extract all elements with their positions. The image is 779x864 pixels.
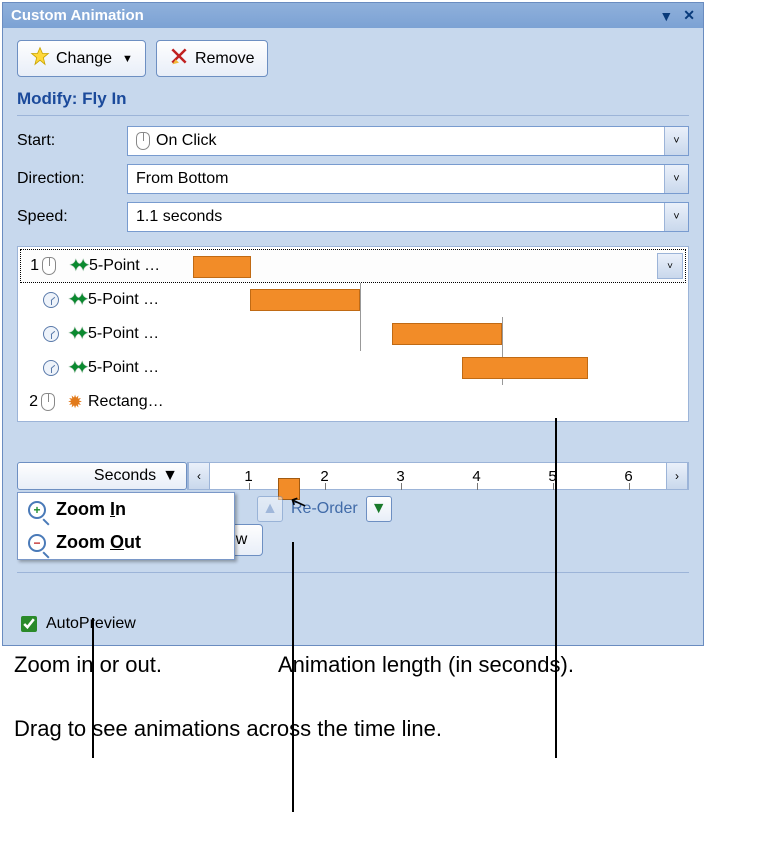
remove-label: Remove bbox=[195, 50, 255, 68]
divider bbox=[17, 115, 689, 116]
timeline-bar-area bbox=[193, 250, 657, 282]
timeline-bar-area bbox=[192, 283, 686, 317]
animation-list-item[interactable]: ✦✦5-Point … bbox=[20, 317, 686, 351]
entrance-effect-icon: ✦✦ bbox=[62, 324, 88, 344]
remove-icon bbox=[169, 46, 189, 71]
mouse-icon bbox=[136, 132, 150, 150]
animation-list-item[interactable]: 1 ✦✦5-Point … ˅ bbox=[20, 249, 686, 283]
sequence-number: 1 bbox=[21, 257, 41, 275]
animation-item-label: 5-Point … bbox=[88, 325, 192, 343]
speed-value: 1.1 seconds bbox=[136, 208, 222, 226]
duration-bar[interactable] bbox=[462, 357, 588, 379]
remove-effect-button[interactable]: Remove bbox=[156, 40, 268, 77]
animation-list-item[interactable]: ✦✦5-Point … bbox=[20, 283, 686, 317]
timeline-area: Seconds ▼ ‹ 123456 ↖ › Zoom In bbox=[17, 462, 689, 522]
direction-select[interactable]: From Bottom ˅ bbox=[127, 164, 689, 194]
start-value: On Click bbox=[156, 132, 216, 150]
clock-icon bbox=[40, 326, 62, 342]
animation-item-label: 5-Point … bbox=[88, 291, 192, 309]
zoom-out-item[interactable]: Zoom Out bbox=[18, 526, 234, 559]
reorder-label: Re-Order bbox=[291, 500, 358, 518]
entrance-effect-icon: ✦✦ bbox=[62, 358, 88, 378]
reorder-up-button[interactable]: ▲ bbox=[257, 496, 283, 522]
clock-icon bbox=[40, 360, 62, 376]
timeline-ruler[interactable]: ‹ 123456 ↖ › bbox=[187, 462, 689, 490]
chevron-down-icon: ▼ bbox=[122, 53, 133, 65]
chevron-down-icon: ˅ bbox=[664, 127, 688, 155]
divider bbox=[17, 572, 689, 573]
auto-preview-input[interactable] bbox=[21, 616, 37, 632]
chevron-down-icon: ˅ bbox=[664, 165, 688, 193]
direction-value: From Bottom bbox=[136, 170, 228, 188]
callouts: Zoom in or out. Animation length (in sec… bbox=[0, 648, 779, 828]
chevron-down-icon: ˅ bbox=[664, 203, 688, 231]
sequence-number: 2 bbox=[20, 393, 40, 411]
entrance-effect-icon: ✦✦ bbox=[62, 290, 88, 310]
callout-length: Animation length (in seconds). bbox=[278, 652, 574, 678]
close-icon[interactable]: ✕ bbox=[683, 7, 695, 24]
zoom-in-item[interactable]: Zoom In bbox=[18, 493, 234, 526]
scroll-right-button[interactable]: › bbox=[666, 463, 688, 489]
animation-item-label: 5-Point … bbox=[89, 257, 193, 275]
direction-label: Direction: bbox=[17, 170, 127, 188]
toolbar: Change ▼ Remove bbox=[17, 40, 689, 77]
duration-bar[interactable] bbox=[392, 323, 502, 345]
arrow-down-icon: ▼ bbox=[371, 500, 387, 518]
animation-list: 1✦✦5-Point …˅✦✦5-Point …✦✦5-Point …✦✦5-P… bbox=[17, 246, 689, 422]
zoom-out-icon bbox=[28, 534, 46, 552]
scroll-left-button[interactable]: ‹ bbox=[188, 463, 210, 489]
timeline-bar-area bbox=[192, 385, 686, 419]
speed-select[interactable]: 1.1 seconds ˅ bbox=[127, 202, 689, 232]
custom-animation-pane: Custom Animation ▼ ✕ Change ▼ Remove Mod… bbox=[2, 2, 704, 646]
auto-preview-label: AutoPreview bbox=[46, 615, 136, 633]
timeline-unit-button[interactable]: Seconds ▼ bbox=[17, 462, 187, 490]
start-label: Start: bbox=[17, 132, 127, 150]
duration-bar[interactable] bbox=[193, 256, 251, 278]
timeline-bar-area bbox=[192, 351, 686, 385]
callout-drag: Drag to see animations across the time l… bbox=[14, 716, 442, 742]
chevron-down-icon: ▼ bbox=[162, 467, 178, 485]
clock-icon bbox=[40, 292, 62, 308]
speed-label: Speed: bbox=[17, 208, 127, 226]
modify-heading: Modify: Fly In bbox=[17, 89, 689, 109]
titlebar: Custom Animation ▼ ✕ bbox=[3, 3, 703, 28]
zoom-menu: Zoom In Zoom Out bbox=[17, 492, 235, 560]
animation-item-label: Rectang… bbox=[88, 393, 192, 411]
duration-bar[interactable] bbox=[250, 289, 360, 311]
auto-preview-checkbox[interactable]: AutoPreview bbox=[17, 613, 689, 635]
change-effect-button[interactable]: Change ▼ bbox=[17, 40, 146, 77]
zoom-out-label: Zoom Out bbox=[56, 532, 141, 553]
entrance-effect-icon: ✦✦ bbox=[63, 256, 89, 276]
callout-zoom: Zoom in or out. bbox=[14, 652, 162, 678]
emphasis-effect-icon: ✹ bbox=[62, 392, 88, 413]
change-label: Change bbox=[56, 50, 112, 68]
animation-list-item[interactable]: 2 ✹Rectang… bbox=[20, 385, 686, 419]
start-select[interactable]: On Click ˅ bbox=[127, 126, 689, 156]
animation-list-item[interactable]: ✦✦5-Point … bbox=[20, 351, 686, 385]
menu-dropdown-icon[interactable]: ▼ bbox=[659, 8, 673, 24]
arrow-up-icon: ▲ bbox=[262, 500, 278, 518]
zoom-in-label: Zoom In bbox=[56, 499, 126, 520]
zoom-in-icon bbox=[28, 501, 46, 519]
star-icon bbox=[30, 46, 50, 71]
pane-title: Custom Animation bbox=[11, 7, 144, 24]
timeline-bar-area bbox=[192, 317, 686, 351]
unit-label: Seconds bbox=[94, 467, 156, 485]
item-menu-button[interactable]: ˅ bbox=[657, 253, 683, 279]
animation-item-label: 5-Point … bbox=[88, 359, 192, 377]
mouse-icon bbox=[40, 393, 62, 411]
mouse-icon bbox=[41, 257, 63, 275]
reorder-down-button[interactable]: ▼ bbox=[366, 496, 392, 522]
